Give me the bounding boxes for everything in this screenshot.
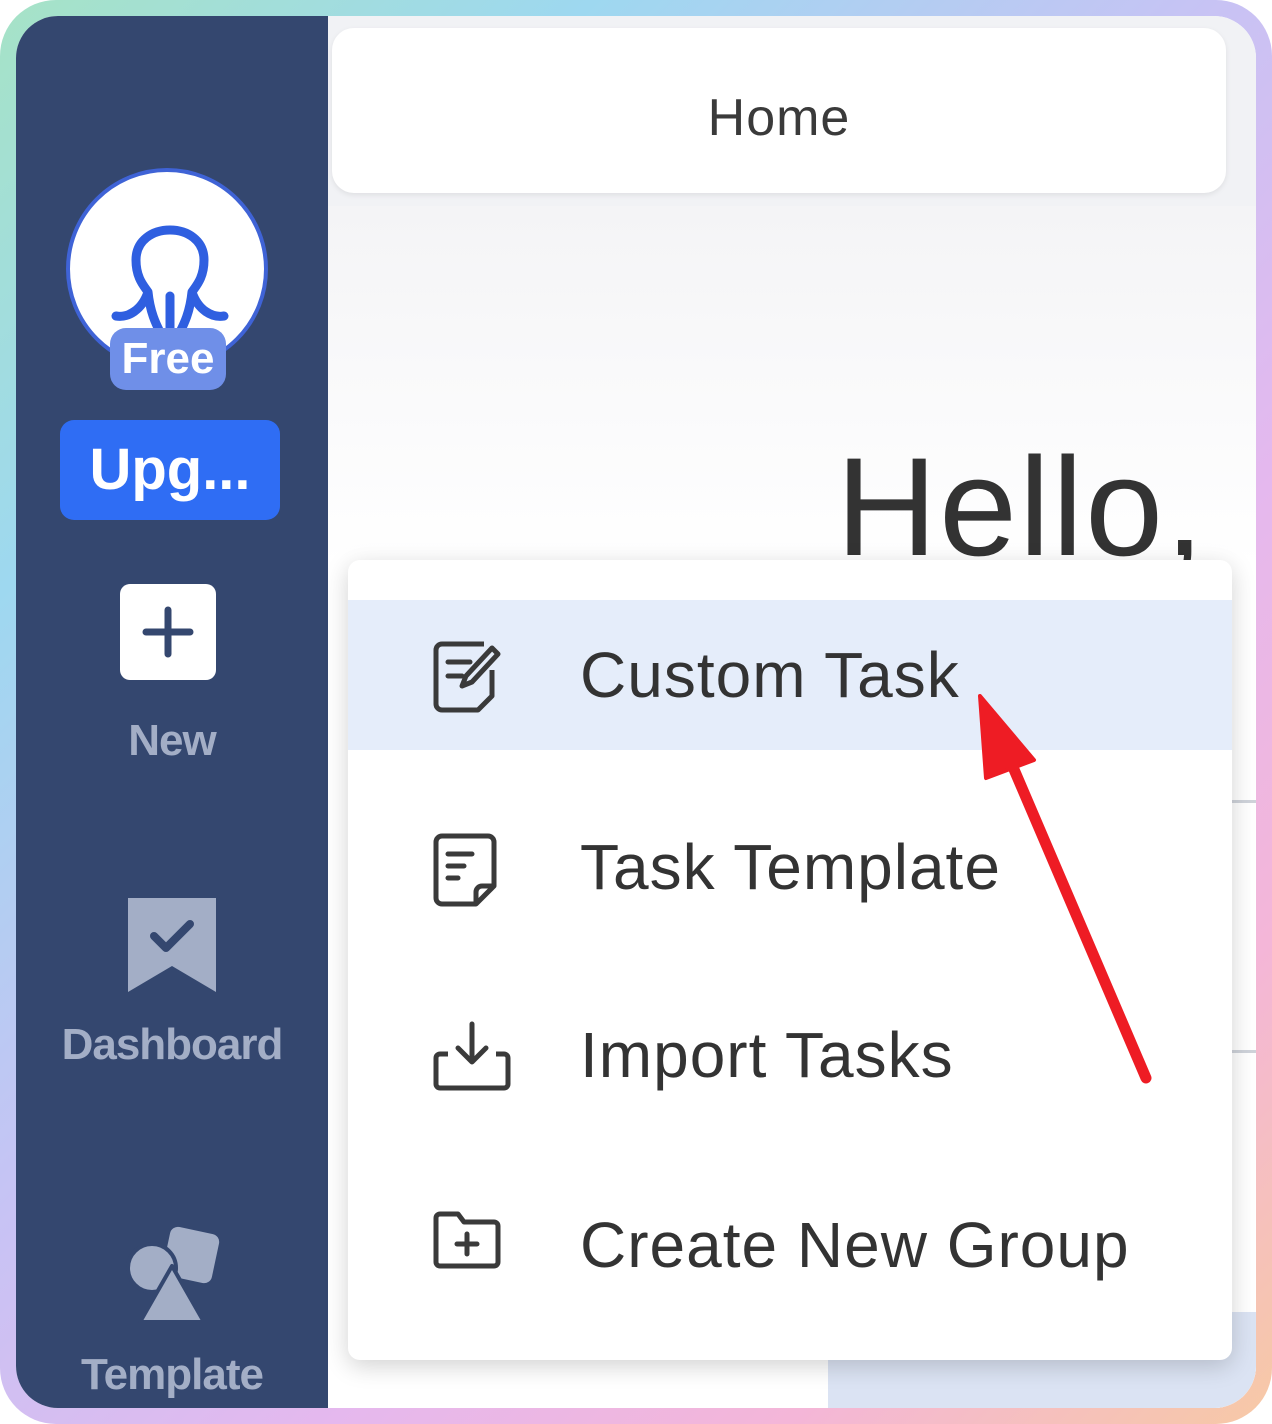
menu-item-custom-task[interactable]: Custom Task (348, 600, 1232, 750)
menu-item-label: Create New Group (580, 1209, 1130, 1281)
new-dropdown-menu: Custom Task Task Template Import Tasks C… (348, 560, 1232, 1360)
menu-item-task-template[interactable]: Task Template (348, 792, 1232, 942)
edit-document-icon (433, 641, 501, 713)
sidebar-item-template-icon-wrap[interactable] (16, 1226, 328, 1326)
sidebar-item-template[interactable]: Template (16, 1350, 328, 1400)
import-tray-icon (433, 1021, 511, 1091)
document-list-icon (433, 833, 497, 907)
sidebar-item-label: New (128, 716, 216, 765)
menu-item-create-new-group[interactable]: Create New Group (348, 1170, 1232, 1320)
app-window: Free Upg... New Dashboard Template Home … (16, 16, 1256, 1408)
plus-icon (142, 606, 194, 658)
sidebar-item-label: Template (81, 1350, 264, 1399)
new-button[interactable] (120, 584, 216, 680)
window-frame: Free Upg... New Dashboard Template Home … (0, 0, 1272, 1424)
sidebar: Free Upg... New Dashboard Template (16, 16, 328, 1408)
folder-plus-icon (433, 1211, 501, 1269)
sidebar-item-new[interactable]: New (16, 716, 328, 766)
menu-item-import-tasks[interactable]: Import Tasks (348, 980, 1232, 1130)
tab-home[interactable]: Home (332, 28, 1226, 193)
sidebar-item-dashboard-icon-wrap[interactable] (16, 896, 328, 996)
menu-item-label: Task Template (580, 831, 1001, 903)
sidebar-item-dashboard[interactable]: Dashboard (16, 1020, 328, 1070)
shapes-icon (126, 1226, 220, 1324)
menu-item-label: Import Tasks (580, 1019, 954, 1091)
bookmark-check-icon (128, 898, 216, 992)
upgrade-button[interactable]: Upg... (60, 420, 280, 520)
sidebar-item-label: Dashboard (61, 1020, 284, 1069)
tab-title: Home (707, 89, 851, 147)
menu-item-label: Custom Task (580, 639, 960, 711)
plan-badge: Free (110, 328, 226, 390)
